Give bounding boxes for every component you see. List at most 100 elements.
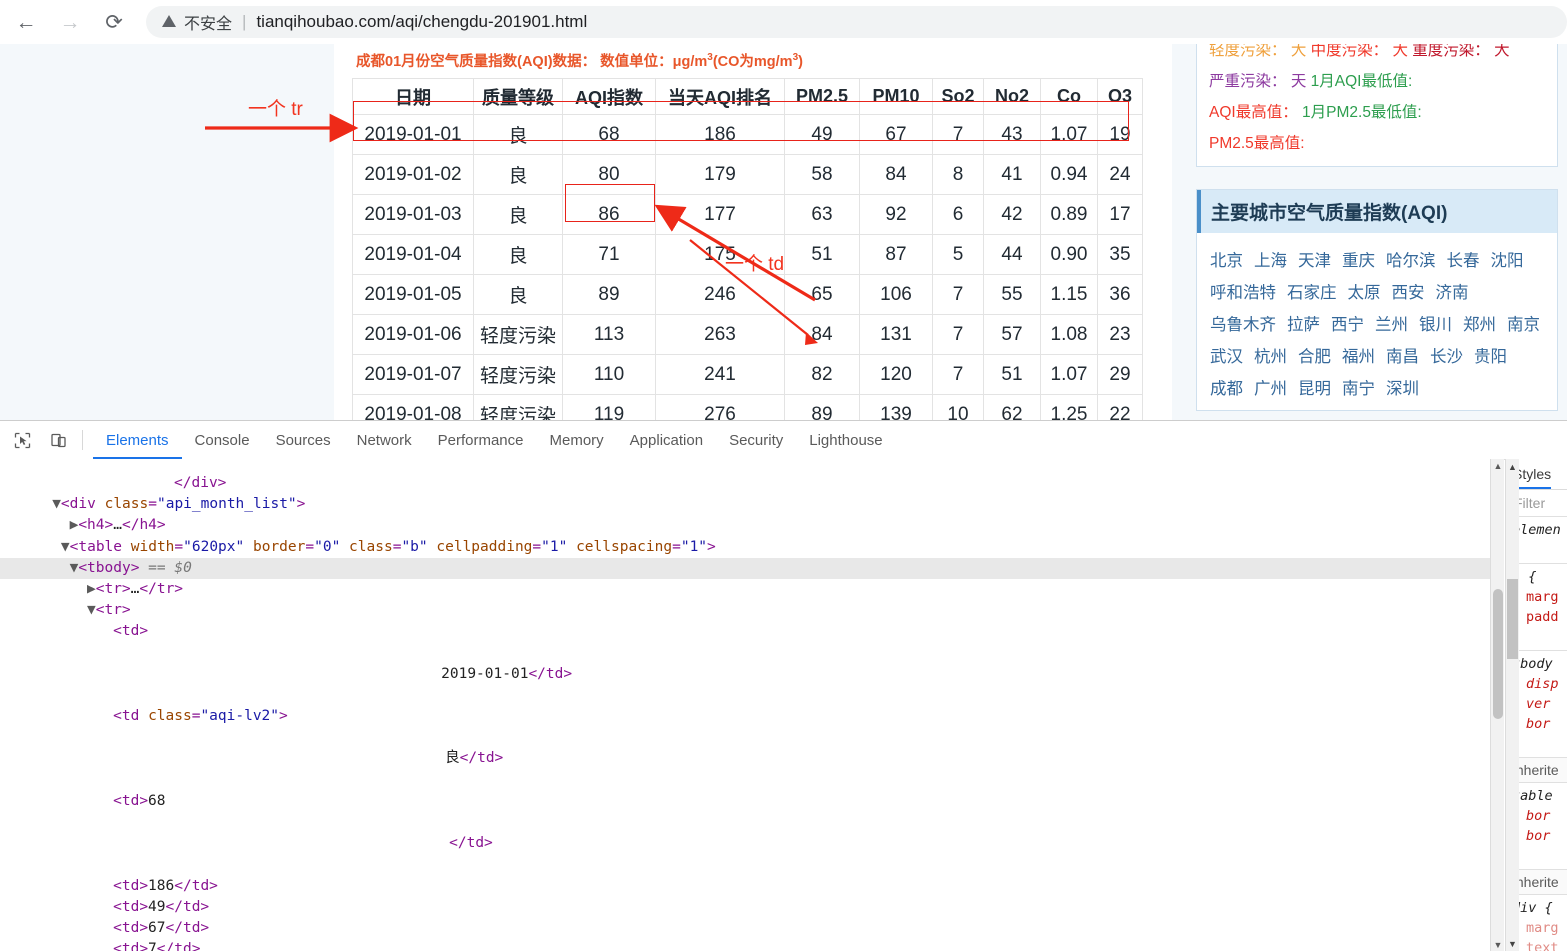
scroll-up-arrow-icon[interactable]: ▲ xyxy=(1491,459,1505,473)
scrollbar-thumb[interactable] xyxy=(1493,589,1503,719)
dom-tree-line[interactable]: <td>186</td> xyxy=(0,876,1490,897)
styles-rule-property[interactable]: padd xyxy=(1512,607,1567,627)
city-link[interactable]: 乌鲁木齐 xyxy=(1210,316,1276,334)
styles-rule-property[interactable]: bor xyxy=(1512,714,1567,734)
aqi-stat-part: PM2.5最高值: xyxy=(1209,135,1305,152)
dom-tree-line[interactable]: </div> xyxy=(0,473,1490,494)
city-link[interactable]: 重庆 xyxy=(1342,252,1375,270)
city-link[interactable]: 呼和浩特 xyxy=(1210,284,1276,302)
omnibox-divider: | xyxy=(242,12,247,31)
aqi-header-row: 日期 质量等级 AQI指数 当天AQI排名 PM2.5 PM10 So2 No2 Co O3 xyxy=(352,78,1143,115)
devtools-tab-security[interactable]: Security xyxy=(716,422,796,459)
city-link[interactable]: 西安 xyxy=(1392,284,1425,302)
city-link[interactable]: 深圳 xyxy=(1386,380,1419,398)
back-icon[interactable]: ← xyxy=(8,4,44,40)
city-link[interactable]: 郑州 xyxy=(1463,316,1496,334)
styles-scrollbar-thumb[interactable] xyxy=(1507,579,1518,659)
reload-icon[interactable]: ⟳ xyxy=(96,4,132,40)
aqi-cell-so2: 5 xyxy=(932,234,984,275)
styles-rule-property[interactable]: marg xyxy=(1512,918,1567,938)
styles-rule-property[interactable]: bor xyxy=(1512,826,1567,846)
city-link[interactable]: 西宁 xyxy=(1331,316,1364,334)
city-link[interactable]: 北京 xyxy=(1210,252,1243,270)
dom-tree-line[interactable] xyxy=(0,812,1490,833)
city-link[interactable]: 福州 xyxy=(1342,348,1375,366)
city-link[interactable]: 武汉 xyxy=(1210,348,1243,366)
city-link[interactable]: 昆明 xyxy=(1298,380,1331,398)
devtools-tab-network[interactable]: Network xyxy=(344,422,425,459)
city-link[interactable]: 贵阳 xyxy=(1474,348,1507,366)
dom-tree-line[interactable]: 2019-01-01</td> xyxy=(0,664,1490,685)
styles-rule-property[interactable]: text xyxy=(1512,938,1567,951)
address-bar[interactable]: 不安全 | tianqihoubao.com/aqi/chengdu-20190… xyxy=(146,6,1567,38)
city-link[interactable]: 银川 xyxy=(1419,316,1452,334)
dom-tree-line[interactable]: ▼<tr> xyxy=(0,600,1490,621)
dom-tree-line[interactable] xyxy=(0,685,1490,706)
city-link[interactable]: 成都 xyxy=(1210,380,1243,398)
dom-tree-pane[interactable]: </div> ▼<div class="api_month_list"> ▶<h4>… xyxy=(0,459,1490,951)
city-link[interactable]: 上海 xyxy=(1254,252,1287,270)
dom-tree-line[interactable]: </td> xyxy=(0,833,1490,854)
city-link[interactable]: 拉萨 xyxy=(1287,316,1320,334)
styles-rule-property[interactable]: disp xyxy=(1512,674,1567,694)
dom-tree-line[interactable]: <td>49</td> xyxy=(0,897,1490,918)
city-link[interactable]: 广州 xyxy=(1254,380,1287,398)
dom-tree-line[interactable] xyxy=(0,854,1490,875)
city-link[interactable]: 杭州 xyxy=(1254,348,1287,366)
aqi-cell-level: 良 xyxy=(473,194,563,235)
toolbar-divider xyxy=(82,430,83,450)
styles-rule-property[interactable]: ver xyxy=(1512,694,1567,714)
dom-tree-line[interactable]: 良</td> xyxy=(0,748,1490,769)
aqi-cell-o3: 24 xyxy=(1097,154,1143,195)
city-link[interactable]: 兰州 xyxy=(1375,316,1408,334)
dom-tree-scrollbar[interactable]: ▲ ▼ xyxy=(1490,459,1504,951)
styles-scroll-up-icon[interactable]: ▲ xyxy=(1506,459,1519,475)
dom-tree-line[interactable]: <td>7</td> xyxy=(0,939,1490,951)
aqi-cell-rank: 186 xyxy=(655,114,785,155)
aqi-cell-so2: 10 xyxy=(932,394,984,420)
devtools-tab-elements[interactable]: Elements xyxy=(93,422,182,459)
devtools-tab-application[interactable]: Application xyxy=(617,422,716,459)
devtools-tab-console[interactable]: Console xyxy=(182,422,263,459)
dom-tree-line[interactable]: ▼<table width="620px" border="0" class="… xyxy=(0,537,1490,558)
dom-tree-line[interactable] xyxy=(0,727,1490,748)
styles-scrollbar[interactable]: ▲ ▼ xyxy=(1506,459,1519,951)
city-link[interactable]: 南昌 xyxy=(1386,348,1419,366)
city-link[interactable]: 长春 xyxy=(1447,252,1480,270)
forward-icon[interactable]: → xyxy=(52,4,88,40)
aqi-stats-panel: 轻度污染： 大 中度污染： 大 重度污染： 大严重污染： 天 1月AQI最低值:… xyxy=(1196,44,1558,167)
dom-tree-line[interactable]: ▼<tbody> == $0 xyxy=(0,557,1490,579)
aqi-title-unit-label: 数值单位： xyxy=(600,54,673,70)
city-link[interactable]: 哈尔滨 xyxy=(1386,252,1436,270)
city-link[interactable]: 沈阳 xyxy=(1491,252,1524,270)
devtools-tab-performance[interactable]: Performance xyxy=(425,422,537,459)
city-link[interactable]: 石家庄 xyxy=(1287,284,1337,302)
devtools-tab-memory[interactable]: Memory xyxy=(537,422,617,459)
dom-tree-line[interactable] xyxy=(0,770,1490,791)
city-link[interactable]: 长沙 xyxy=(1430,348,1463,366)
dom-tree-line[interactable]: ▼<div class="api_month_list"> xyxy=(0,494,1490,515)
devtools-tab-lighthouse[interactable]: Lighthouse xyxy=(796,422,895,459)
cursor-inspect-icon[interactable] xyxy=(8,427,36,453)
dom-tree-line[interactable]: ▶<h4>…</h4> xyxy=(0,515,1490,536)
dom-tree-line[interactable]: <td>67</td> xyxy=(0,918,1490,939)
dom-tree-line[interactable]: <td> xyxy=(0,621,1490,642)
scroll-down-arrow-icon[interactable]: ▼ xyxy=(1491,938,1505,951)
city-link[interactable]: 济南 xyxy=(1436,284,1469,302)
dom-tree-line[interactable]: ▶<tr>…</tr> xyxy=(0,579,1490,600)
city-link[interactable]: 合肥 xyxy=(1298,348,1331,366)
dom-tree-line[interactable]: <td>68 xyxy=(0,791,1490,812)
styles-scroll-down-icon[interactable]: ▼ xyxy=(1506,936,1519,951)
city-link[interactable]: 太原 xyxy=(1348,284,1381,302)
dom-tree-line[interactable] xyxy=(0,643,1490,664)
city-link[interactable]: 南宁 xyxy=(1342,380,1375,398)
aqi-cell-rank: 241 xyxy=(655,354,785,395)
dom-tree-line[interactable]: <td class="aqi-lv2"> xyxy=(0,706,1490,727)
city-link[interactable]: 天津 xyxy=(1298,252,1331,270)
city-link[interactable]: 南京 xyxy=(1507,316,1540,334)
device-toolbar-icon[interactable] xyxy=(44,427,72,453)
styles-rule-property[interactable]: marg xyxy=(1512,587,1567,607)
styles-rule-property[interactable]: bor xyxy=(1512,806,1567,826)
not-secure-indicator[interactable]: 不安全 xyxy=(162,10,232,34)
devtools-tab-sources[interactable]: Sources xyxy=(263,422,344,459)
